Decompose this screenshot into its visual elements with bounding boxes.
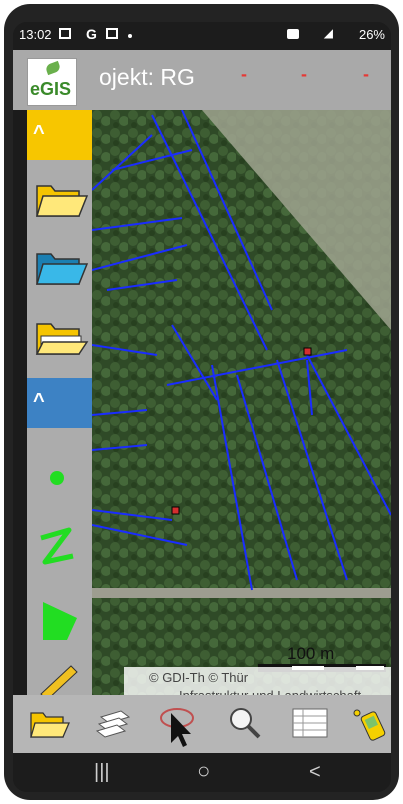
app-logo[interactable]: eGIS: [27, 58, 77, 106]
leaf-icon: [44, 60, 62, 76]
recents-button[interactable]: |||: [94, 761, 110, 784]
chevron-up-icon: ^: [33, 122, 45, 144]
bottom-toolbar: [13, 695, 391, 753]
folder-icon: [30, 712, 70, 738]
layers-icon: [95, 710, 131, 738]
project-title: ojekt: RG: [99, 64, 195, 90]
open-folder-button[interactable]: [27, 168, 92, 228]
scale-label: 100 m: [287, 644, 335, 663]
mail-icon: [59, 28, 71, 39]
layers-button[interactable]: [91, 703, 135, 743]
project-folder-button[interactable]: [27, 703, 71, 743]
gps-device-icon: [353, 709, 386, 741]
folder-open-white-icon: [35, 323, 89, 355]
clock: 13:02: [19, 27, 52, 42]
logo-text: eGIS: [30, 79, 72, 99]
signal-icon: ◢: [323, 26, 333, 40]
screen-record-icon: [106, 28, 118, 39]
point-marker[interactable]: [171, 506, 180, 515]
polygon-tool-button[interactable]: [27, 590, 92, 650]
status-bar: 13:02 G ◢ 26%: [13, 22, 391, 50]
phone-frame: 13:02 G ◢ 26% eGIS ojekt: RG - - - 100 m…: [4, 4, 399, 800]
measure-button[interactable]: [27, 658, 92, 695]
search-zoom-icon: [230, 708, 261, 739]
forest-road: [92, 588, 391, 598]
select-feature-button[interactable]: [157, 703, 201, 747]
point-marker[interactable]: [303, 347, 312, 356]
select-lasso-icon: [160, 708, 194, 747]
cloud-folder-button[interactable]: [27, 236, 92, 296]
folder-open-icon: [35, 185, 89, 217]
collapse-file-tools-button[interactable]: ^: [27, 110, 92, 160]
polygon-tool-icon: [43, 602, 77, 640]
notification-dot-icon: [128, 34, 132, 38]
line-tool-icon: [40, 527, 74, 565]
app-bar: eGIS ojekt: RG - - -: [13, 50, 391, 110]
battery-level: 26%: [358, 27, 385, 42]
back-button[interactable]: <: [309, 761, 321, 784]
attribute-table-button[interactable]: [289, 703, 333, 743]
search-button[interactable]: [223, 703, 267, 743]
screen: 13:02 G ◢ 26% eGIS ojekt: RG - - - 100 m…: [13, 22, 391, 792]
folder-blue-icon: [35, 253, 89, 285]
open-project-button[interactable]: [27, 306, 92, 366]
point-tool-button[interactable]: [27, 448, 92, 508]
google-icon: G: [86, 26, 97, 42]
tool-sidebar: ^ ^: [27, 110, 92, 695]
attribution-line-1: © GDI-Th © Thür: [149, 670, 249, 685]
home-button[interactable]: ○: [197, 758, 210, 784]
marker-2: -: [301, 64, 307, 84]
map-canvas[interactable]: [92, 110, 391, 695]
lock-icon: [287, 29, 299, 39]
chevron-up-icon: ^: [33, 390, 45, 412]
line-tool-button[interactable]: [27, 520, 92, 580]
gps-button[interactable]: [347, 703, 391, 743]
marker-3: -: [363, 64, 369, 84]
attribute-table-icon: [292, 708, 328, 738]
point-tool-icon: [50, 471, 64, 485]
collapse-draw-tools-button[interactable]: ^: [27, 378, 92, 428]
map-image: [92, 110, 391, 695]
measure-ruler-icon: [40, 665, 78, 695]
marker-1: -: [241, 64, 247, 84]
system-nav-bar: ||| ○ <: [13, 753, 391, 792]
